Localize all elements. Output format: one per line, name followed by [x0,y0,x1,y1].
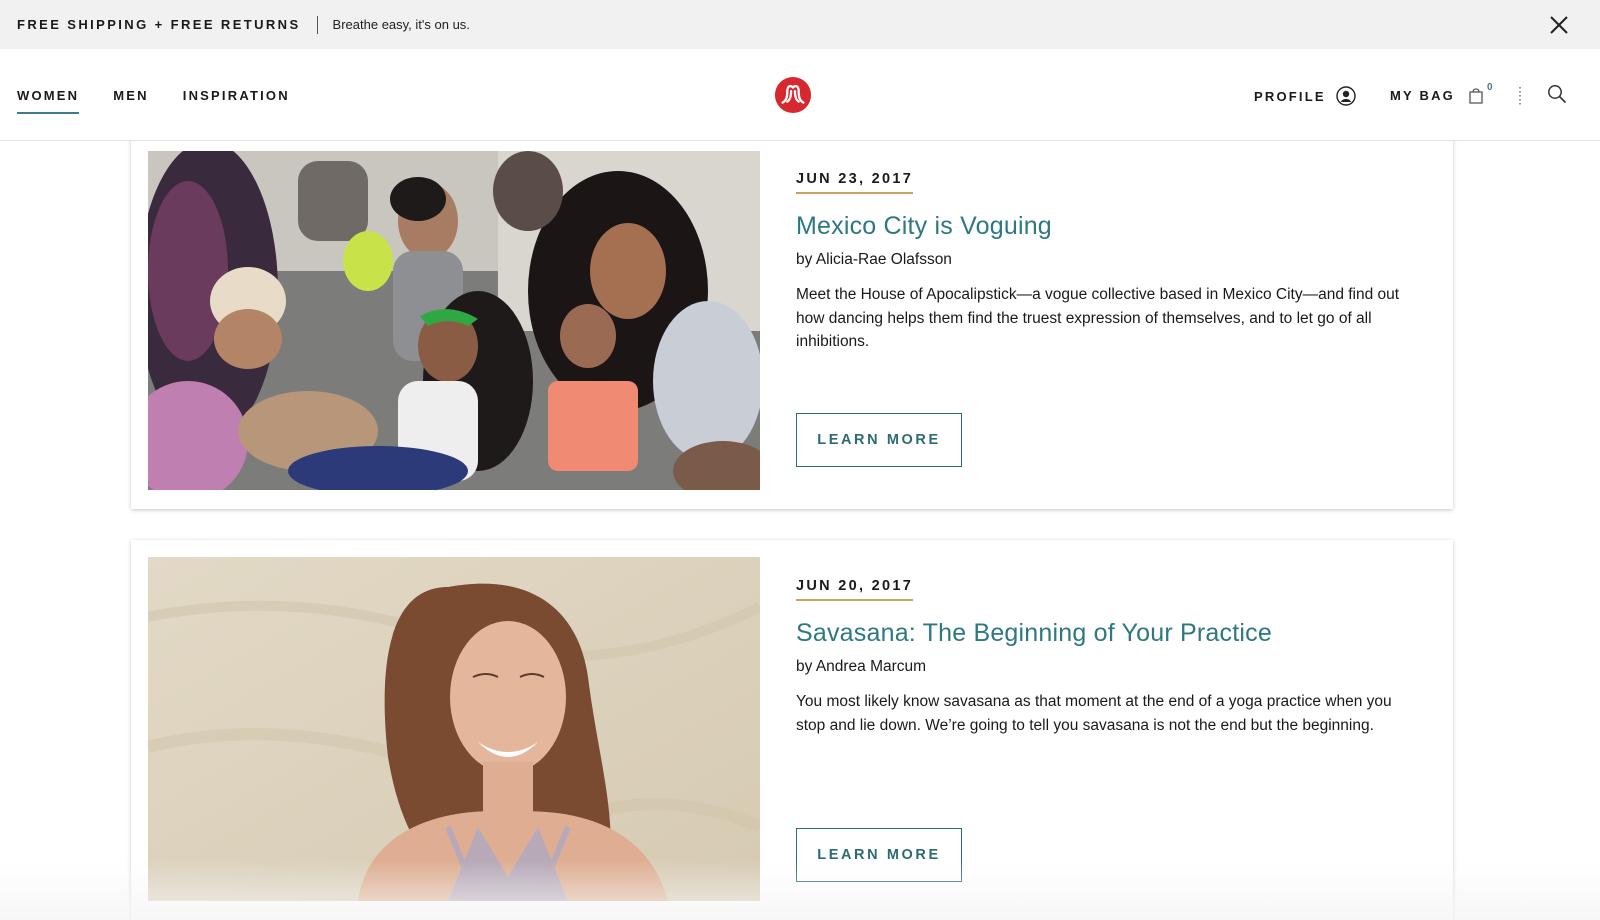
profile-icon [1336,86,1356,106]
article-image[interactable] [148,557,760,901]
shopping-bag-icon [1469,88,1483,104]
promo-subtext: Breathe easy, it's on us. [332,17,470,32]
learn-more-button[interactable]: LEARN MORE [796,413,962,467]
lululemon-logo-icon[interactable] [774,76,812,114]
close-icon[interactable] [1548,14,1570,36]
article-list: JUN 23, 2017 Mexico City is Voguing by A… [0,141,1600,920]
article-card: JUN 20, 2017 Savasana: The Beginning of … [131,540,1453,920]
article-text: JUN 23, 2017 Mexico City is Voguing by A… [796,170,1416,354]
promo-divider [316,15,318,34]
article-card: JUN 23, 2017 Mexico City is Voguing by A… [131,141,1453,509]
profile-link[interactable]: PROFILE [1254,86,1356,106]
profile-label: PROFILE [1254,88,1326,104]
article-date: JUN 23, 2017 [796,171,914,194]
learn-more-button[interactable]: LEARN MORE [796,828,962,882]
article-text: JUN 20, 2017 Savasana: The Beginning of … [796,577,1416,737]
bag-label: MY BAG [1390,87,1455,103]
article-title[interactable]: Savasana: The Beginning of Your Practice [796,619,1416,648]
smiling-woman-lying-in-sand-photo [148,557,760,901]
nav-item-men[interactable]: MEN [113,88,149,103]
nav-item-women[interactable]: WOMEN [17,88,80,114]
group-of-voguing-dancers-photo [148,151,760,490]
article-description: Meet the House of Apocalipstick—a vogue … [796,286,1400,350]
article-byline: by Andrea Marcum [796,658,927,675]
article-description: You most likely know savasana as that mo… [796,693,1392,734]
article-image[interactable] [148,151,760,490]
promo-bar: FREE SHIPPING + FREE RETURNS Breathe eas… [0,0,1600,49]
bag-count-badge: 0 [1486,81,1493,93]
article-title[interactable]: Mexico City is Voguing [796,212,1416,241]
site-header: WOMEN MEN INSPIRATION PROFILE MY BAG 0 [0,49,1600,141]
promo-headline: FREE SHIPPING + FREE RETURNS [17,17,301,32]
header-divider [1519,87,1521,105]
nav-item-inspiration[interactable]: INSPIRATION [183,88,290,103]
article-date: JUN 20, 2017 [796,578,914,601]
main-nav: WOMEN MEN INSPIRATION [17,49,324,141]
article-byline: by Alicia-Rae Olafsson [796,251,952,268]
search-icon[interactable] [1547,84,1567,104]
my-bag-link[interactable]: MY BAG 0 [1390,82,1493,104]
